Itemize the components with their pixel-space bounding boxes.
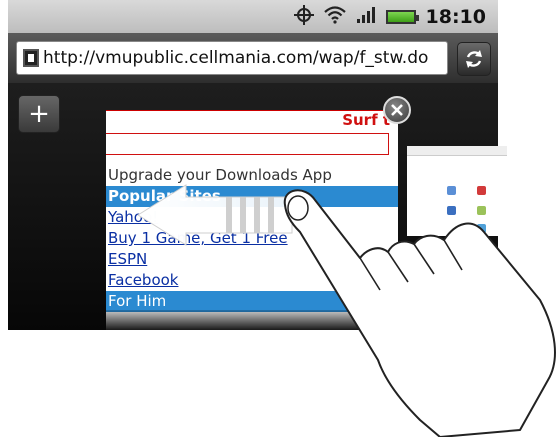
status-bar: 18:10: [8, 0, 498, 33]
mini-toolbar: [407, 146, 507, 156]
thumb-list-item[interactable]: ESPN: [106, 249, 398, 270]
battery-icon: [385, 10, 419, 24]
thumb-header: Surf t: [106, 110, 398, 132]
thumb-list-item[interactable]: Yahoo!: [106, 207, 398, 228]
mini-chat-icon: [477, 206, 486, 215]
plus-icon: +: [28, 99, 50, 129]
url-text: http://vmupublic.cellmania.com/wap/f_stw…: [43, 48, 429, 68]
page-icon: [23, 49, 39, 67]
url-bar: http://vmupublic.cellmania.com/wap/f_stw…: [8, 33, 498, 83]
status-time: 18:10: [425, 6, 486, 28]
next-tab-thumbnail[interactable]: [407, 146, 507, 236]
wifi-icon: [323, 6, 346, 28]
thumb-fade: [106, 310, 398, 330]
mini-mail-icon: [477, 186, 486, 195]
thumb-list-item: Popular Sites: [106, 186, 398, 207]
gps-icon: [293, 5, 314, 29]
thumb-list-item: Upgrade your Downloads App: [106, 165, 398, 186]
mini-user-icon: [447, 206, 456, 215]
new-tab-button[interactable]: +: [18, 95, 60, 133]
thumb-list-item[interactable]: Facebook: [106, 270, 398, 291]
refresh-icon: [466, 50, 482, 68]
refresh-button[interactable]: [457, 42, 491, 76]
close-icon: [391, 104, 403, 116]
thumb-list-item: For Him: [106, 291, 398, 312]
mini-globe-icon: [477, 224, 486, 233]
url-input[interactable]: http://vmupublic.cellmania.com/wap/f_stw…: [16, 41, 448, 75]
current-tab-thumbnail[interactable]: Surf t Upgrade your Downloads App Popular…: [106, 110, 398, 330]
signal-icon: [356, 6, 376, 28]
close-tab-button[interactable]: [383, 96, 411, 124]
thumb-list-item[interactable]: Buy 1 Game, Get 1 Free: [106, 228, 398, 249]
mini-search-icon: [447, 186, 456, 195]
thumb-search-box: [106, 133, 389, 155]
